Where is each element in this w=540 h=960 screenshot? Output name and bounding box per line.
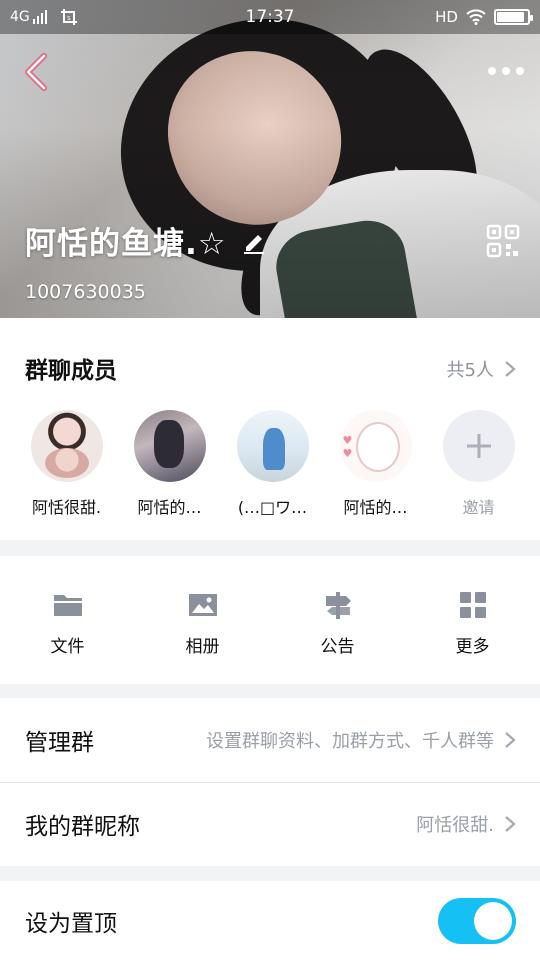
wifi-icon — [466, 9, 486, 25]
group-name: 阿恬的鱼塘.☆ — [25, 226, 227, 262]
pin-to-top-row: 设为置顶 — [0, 881, 540, 960]
group-nickname-value: 阿恬很甜. — [416, 815, 494, 836]
member-avatar-list: 阿恬很甜. 阿恬的… (…□ワ… 阿恬的… 邀请 — [0, 410, 540, 518]
tool-label: 公告 — [320, 637, 355, 657]
member-item[interactable]: 阿恬很甜. — [15, 410, 118, 518]
avatar — [133, 410, 206, 482]
tool-label: 文件 — [50, 637, 85, 657]
tool-announcement[interactable]: 公告 — [270, 556, 405, 684]
members-count-link[interactable]: 共5人 — [447, 356, 516, 382]
pin-to-top-title: 设为置顶 — [25, 910, 117, 937]
tools-section: 文件 相册 公告 更多 — [0, 556, 540, 684]
tool-label: 相册 — [185, 637, 220, 657]
screenshot-icon: s — [60, 9, 77, 25]
photo-album-icon — [188, 594, 217, 616]
cover-photo — [0, 0, 540, 318]
signpost-icon — [325, 592, 351, 619]
tool-more[interactable]: 更多 — [405, 556, 540, 684]
group-id: 1007630035 — [25, 281, 146, 303]
member-name: 阿恬的… — [137, 498, 202, 517]
tool-album[interactable]: 相册 — [135, 556, 270, 684]
toggle-knob — [474, 901, 512, 940]
hd-label: HD — [435, 8, 458, 26]
pencil-icon[interactable] — [241, 228, 267, 254]
avatar — [236, 410, 309, 482]
members-title: 群聊成员 — [25, 358, 117, 384]
avatar — [339, 410, 412, 482]
member-item[interactable]: (…□ワ… — [221, 410, 324, 518]
qr-code-icon[interactable] — [486, 224, 520, 258]
member-name: 阿恬很甜. — [31, 498, 102, 517]
chevron-left-icon — [25, 53, 47, 91]
pin-to-top-toggle[interactable] — [438, 897, 516, 944]
members-section: 群聊成员 共5人 阿恬很甜. 阿恬的… (…□ワ… 阿恬的… 邀请 — [0, 318, 540, 540]
settings-list: 管理群 设置群聊资料、加群方式、千人群等 我的群昵称 阿恬很甜. — [0, 698, 540, 866]
avatar — [30, 410, 103, 482]
manage-group-title: 管理群 — [25, 730, 94, 756]
invite-member-button[interactable]: 邀请 — [427, 410, 530, 518]
grid-icon — [459, 592, 486, 618]
chevron-right-icon — [505, 732, 516, 748]
manage-group-detail: 设置群聊资料、加群方式、千人群等 — [206, 731, 494, 752]
battery-level — [497, 12, 524, 22]
add-icon — [442, 410, 515, 482]
chevron-right-icon — [505, 361, 516, 377]
signal-icon — [32, 10, 47, 24]
more-dots-icon — [488, 67, 496, 75]
group-nickname-row[interactable]: 我的群昵称 阿恬很甜. — [0, 782, 540, 866]
members-count: 共5人 — [446, 360, 494, 381]
tool-label: 更多 — [455, 637, 490, 657]
member-name: (…□ワ… — [237, 498, 308, 517]
status-bar: 4G s 17:37 HD — [0, 0, 540, 34]
group-cover-header: 4G s 17:37 HD 阿恬的鱼塘.☆ 1007630035 — [0, 0, 540, 318]
invite-label: 邀请 — [462, 498, 495, 517]
network-label: 4G — [10, 9, 30, 25]
more-options-button[interactable] — [486, 60, 526, 82]
svg-text:s: s — [67, 14, 71, 22]
group-nickname-title: 我的群昵称 — [25, 814, 140, 840]
chevron-right-icon — [505, 816, 516, 832]
manage-group-row[interactable]: 管理群 设置群聊资料、加群方式、千人群等 — [0, 698, 540, 782]
member-item[interactable]: 阿恬的… — [324, 410, 427, 518]
tool-files[interactable]: 文件 — [0, 556, 135, 684]
member-name: 阿恬的… — [343, 498, 408, 517]
member-item[interactable]: 阿恬的… — [118, 410, 221, 518]
back-button[interactable] — [20, 52, 56, 92]
folder-icon — [53, 595, 82, 616]
battery-icon — [494, 9, 533, 25]
